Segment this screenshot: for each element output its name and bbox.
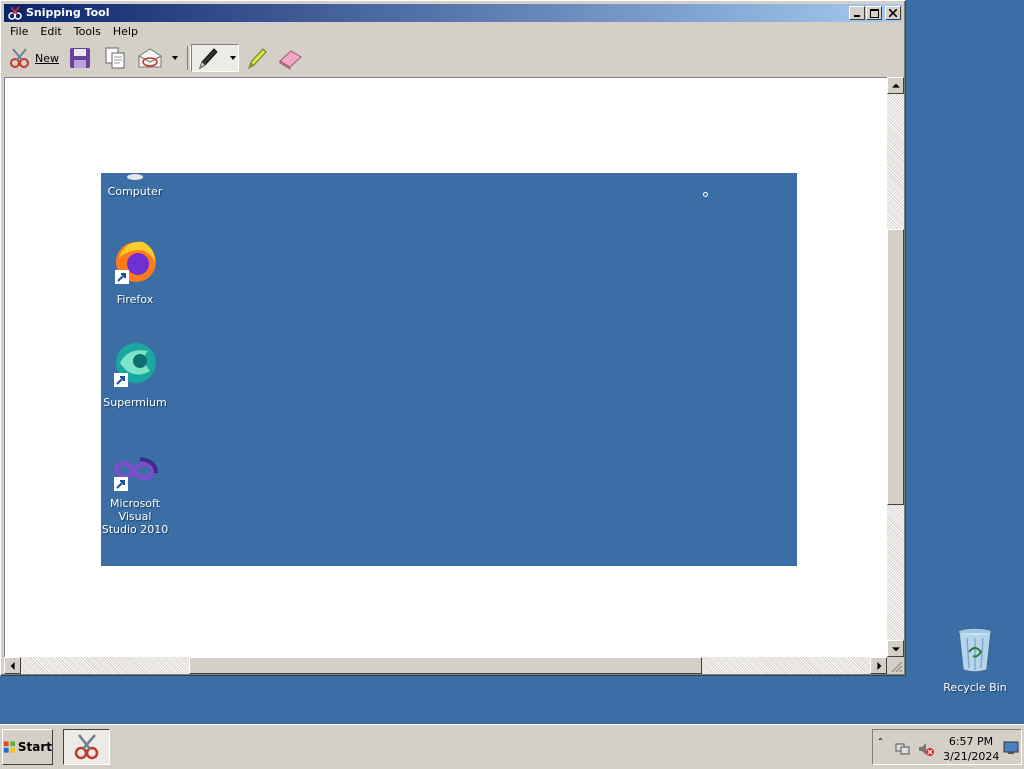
scroll-down-button[interactable] <box>887 640 904 657</box>
close-icon <box>888 8 898 18</box>
maximize-icon <box>869 9 879 18</box>
recycle-bin-label: Recycle Bin <box>943 681 1007 694</box>
snip-icon-computer: Computer <box>101 173 175 198</box>
toolbar: New <box>4 42 902 74</box>
clock[interactable]: 6:57 PM 3/21/2024 <box>943 734 999 764</box>
arrow-up-icon <box>891 83 900 88</box>
eraser-button[interactable] <box>277 44 305 72</box>
start-label: Start <box>17 740 52 754</box>
arrow-right-icon <box>876 661 881 670</box>
firefox-icon <box>115 241 156 284</box>
snipping-tool-taskbar-icon <box>74 734 98 760</box>
save-snip-button[interactable] <box>68 44 94 72</box>
snip-label-supermium: Supermium <box>103 396 167 409</box>
recycle-bin-icon <box>957 627 993 673</box>
windows-logo-icon <box>3 741 16 753</box>
clock-time: 6:57 PM <box>948 735 994 748</box>
show-desktop-icon[interactable] <box>1003 741 1019 755</box>
copy-icon <box>105 47 125 69</box>
visual-studio-icon <box>113 457 158 491</box>
send-email-icon <box>138 48 162 68</box>
menu-edit[interactable]: Edit <box>34 23 67 40</box>
cursor-dot <box>703 192 708 197</box>
resize-grip[interactable] <box>887 657 904 674</box>
vertical-scroll-thumb[interactable] <box>887 229 904 505</box>
vertical-scrollbar[interactable] <box>887 77 904 657</box>
volume-muted-icon[interactable] <box>917 741 935 757</box>
taskbar: Start ˆ 6:57 PM 3/21/2024 <box>0 724 1024 769</box>
horizontal-scroll-thumb[interactable] <box>189 657 702 674</box>
send-dropdown-icon[interactable] <box>172 56 178 60</box>
snipping-tool-window: Snipping Tool File Edit Tools Help New C… <box>0 0 906 676</box>
snip-label-visual-studio-line2: Studio 2010 <box>101 523 169 536</box>
scissors-icon <box>10 48 29 68</box>
snip-icon-firefox: Firefox <box>101 238 175 306</box>
snip-label-computer: Computer <box>107 185 163 198</box>
notification-area: ˆ 6:57 PM 3/21/2024 <box>872 729 1022 765</box>
scroll-left-button[interactable] <box>4 657 21 674</box>
pen-tool-button[interactable] <box>191 44 239 72</box>
arrow-down-icon <box>891 646 900 651</box>
desktop-icon-recycle-bin[interactable]: Recycle Bin <box>935 626 1015 694</box>
save-icon <box>70 48 90 68</box>
snip-label-visual-studio-line1: Microsoft Visual <box>109 497 161 523</box>
eraser-icon <box>279 50 302 70</box>
close-button[interactable] <box>885 6 901 20</box>
new-button-label: New <box>35 51 59 65</box>
start-button[interactable]: Start <box>2 729 53 765</box>
menu-bar: File Edit Tools Help <box>4 23 902 42</box>
new-snip-button[interactable]: New <box>8 44 62 72</box>
scroll-right-button[interactable] <box>870 657 887 674</box>
minimize-button[interactable] <box>849 6 865 20</box>
computer-icon <box>127 174 143 180</box>
horizontal-scrollbar[interactable] <box>4 657 887 674</box>
resize-grip-icon <box>891 661 903 673</box>
snip-icon-supermium: Supermium <box>101 341 175 409</box>
snip-canvas[interactable]: Computer Firefox Supermium Microsoft Vis… <box>4 77 891 658</box>
minimize-icon <box>854 15 860 17</box>
menu-file[interactable]: File <box>4 23 34 40</box>
taskbar-button-snipping-tool[interactable] <box>63 729 110 765</box>
menu-help[interactable]: Help <box>107 23 144 40</box>
snip-icon-visual-studio: Microsoft Visual Studio 2010 <box>101 455 175 536</box>
highlighter-icon <box>248 48 267 70</box>
clock-date: 3/21/2024 <box>943 750 1000 763</box>
window-title: Snipping Tool <box>26 6 110 19</box>
copy-button[interactable] <box>103 44 129 72</box>
highlighter-button[interactable] <box>245 44 271 72</box>
pen-icon <box>199 48 218 70</box>
captured-snip[interactable]: Computer Firefox Supermium Microsoft Vis… <box>101 173 797 566</box>
title-bar[interactable]: Snipping Tool <box>4 4 902 22</box>
arrow-left-icon <box>10 661 15 670</box>
scissors-app-icon <box>8 6 22 20</box>
supermium-icon <box>114 343 156 387</box>
scroll-up-button[interactable] <box>887 77 904 94</box>
pen-dropdown-icon[interactable] <box>230 56 236 60</box>
menu-tools[interactable]: Tools <box>68 23 107 40</box>
snip-label-firefox: Firefox <box>116 293 154 306</box>
show-hidden-icons-icon[interactable]: ˆ <box>878 738 883 749</box>
network-icon[interactable] <box>895 741 911 757</box>
maximize-button[interactable] <box>866 6 882 20</box>
send-snip-button[interactable] <box>137 44 185 72</box>
